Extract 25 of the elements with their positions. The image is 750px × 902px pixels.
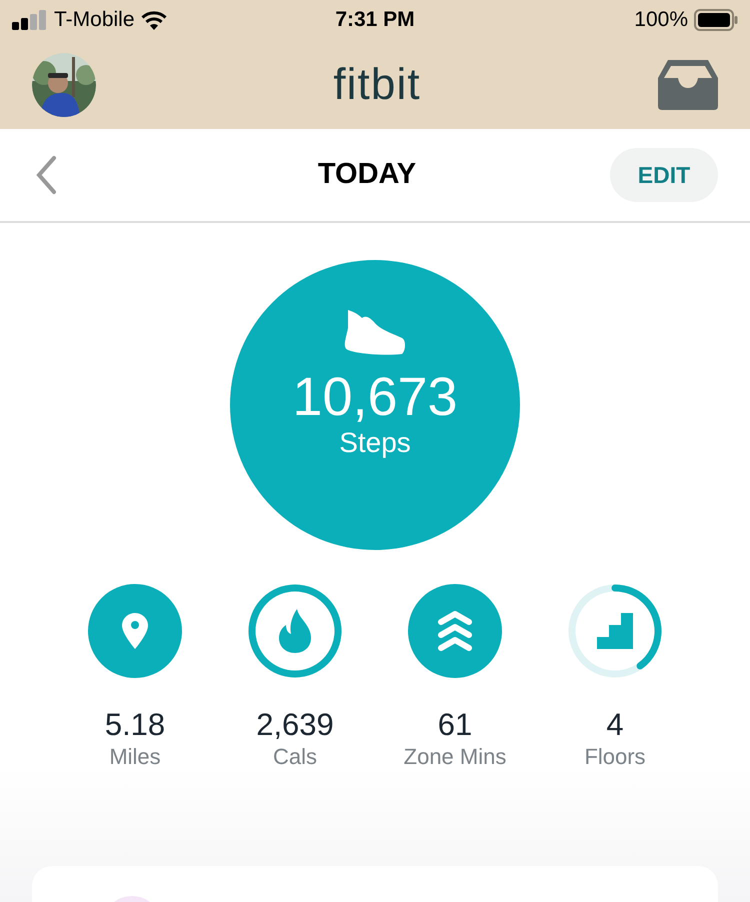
app-logo: fitbit xyxy=(333,58,421,110)
location-pin-icon xyxy=(122,613,148,649)
battery-percent: 100% xyxy=(634,7,688,34)
stat-value: 4 xyxy=(606,707,624,743)
signal-icon xyxy=(12,10,48,30)
carrier-name: T-Mobile xyxy=(54,7,135,34)
wifi-icon xyxy=(140,10,167,30)
battery-icon xyxy=(694,9,738,31)
chevrons-up-icon xyxy=(438,611,472,651)
steps-count: 10,673 xyxy=(292,368,458,426)
steps-label: Steps xyxy=(339,426,411,460)
page-title: TODAY xyxy=(318,157,416,192)
stat-label: Cals xyxy=(272,743,317,771)
edit-button[interactable]: EDIT xyxy=(610,148,718,202)
stat-value: 5.18 xyxy=(104,707,166,743)
flame-icon xyxy=(279,609,311,653)
inbox-icon[interactable] xyxy=(658,60,718,110)
shoe-icon xyxy=(344,310,406,356)
stat-label: Miles xyxy=(109,743,161,771)
status-time: 7:31 PM xyxy=(335,7,415,34)
stat-label: Floors xyxy=(584,743,646,771)
stat-value: 2,639 xyxy=(256,707,334,743)
stairs-icon xyxy=(597,613,633,649)
stat-label: Zone Mins xyxy=(404,743,506,771)
stat-value: 61 xyxy=(438,707,472,743)
